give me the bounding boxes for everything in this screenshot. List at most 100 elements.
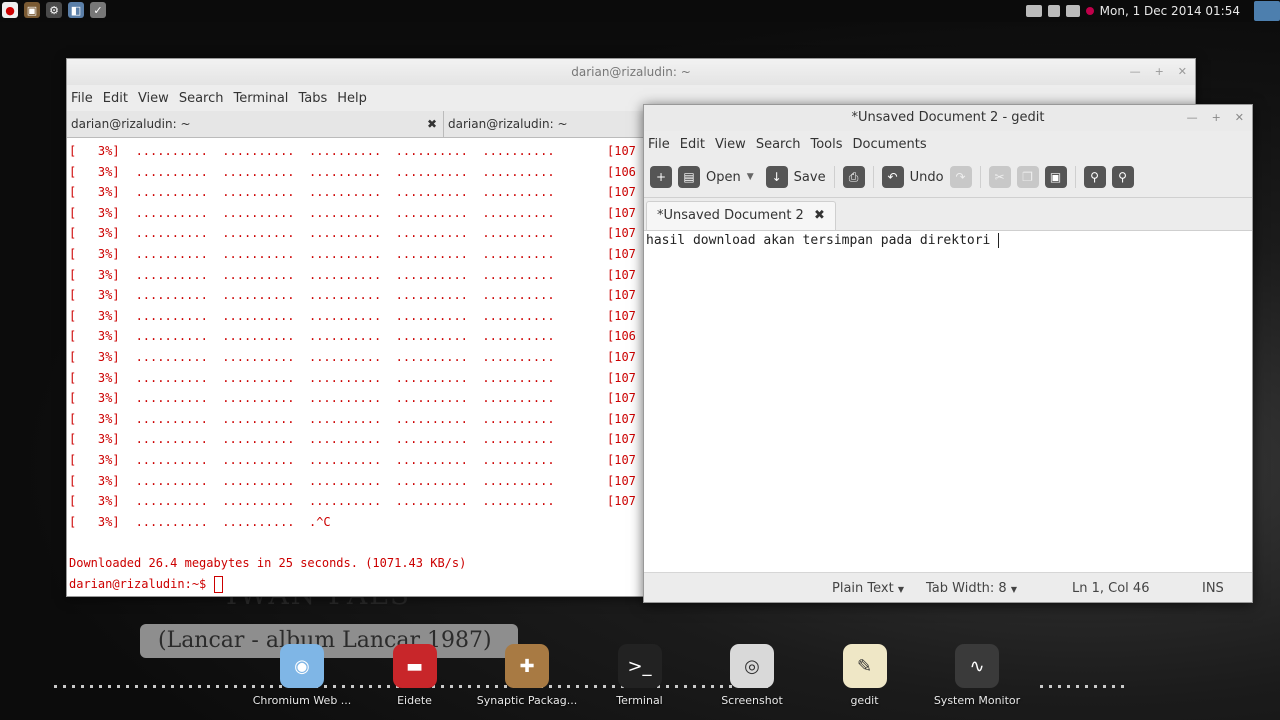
network-icon[interactable]	[1065, 5, 1080, 17]
progress-rate: [107	[607, 453, 636, 467]
progress-dots: .......... .......... .......... .......…	[135, 473, 555, 488]
gedit-title: *Unsaved Document 2 - gedit	[851, 110, 1045, 125]
volume-icon[interactable]	[1047, 5, 1060, 17]
open-button[interactable]: ▤ Open ▼	[678, 166, 754, 188]
menu-view[interactable]: View	[138, 91, 169, 106]
dock-item-screenshot[interactable]: ◎ Screenshot	[697, 640, 807, 707]
progress-dots: .......... .......... .......... .......…	[135, 329, 555, 344]
dock: ◉ Chromium Web ... ▬ Eidete ✚ Synaptic Packag…	[250, 640, 1030, 720]
editor-text: hasil download akan tersimpan pada direk…	[646, 233, 991, 248]
terminal-progress-line: [ 3%] .......... .......... .^C	[69, 512, 331, 532]
progress-dots: .......... .......... .......... .......…	[135, 144, 555, 158]
progress-rate: [107	[607, 144, 636, 158]
close-icon[interactable]: ✕	[1178, 59, 1187, 85]
open-icon: ▤	[678, 166, 700, 188]
gedit-toolbar: + ▤ Open ▼ ↓ Save ⎙ ↶ Undo ↷ ✂ ❐ ▣ ⚲ ⚲	[644, 157, 1252, 198]
dock-item-synaptic[interactable]: ✚ Synaptic Packag...	[472, 640, 582, 707]
progress-dots: .......... .......... .......... .......…	[135, 164, 555, 179]
search-icon[interactable]: ⚲	[1083, 166, 1106, 188]
progress-rate: [106	[607, 329, 636, 344]
menu-documents[interactable]: Documents	[853, 137, 927, 152]
minimize-icon[interactable]: —	[1130, 59, 1141, 85]
checkmark-icon[interactable]: ✓	[90, 2, 106, 18]
terminal-progress-line: [ 3%] .......... .......... .......... ..…	[69, 182, 636, 202]
terminal-output[interactable]: [ 3%] .......... .......... .......... ..…	[67, 139, 647, 596]
shell-prompt[interactable]: darian@rizaludin:~$	[69, 574, 223, 594]
tab-close-icon[interactable]: ✖	[814, 208, 825, 223]
progress-rate: [107	[607, 205, 636, 220]
menu-tabs[interactable]: Tabs	[298, 91, 327, 106]
document-tab-label: *Unsaved Document 2	[657, 208, 804, 223]
language-selector[interactable]: Plain Text ▼	[832, 581, 904, 596]
dock-label: Chromium Web ...	[252, 694, 352, 707]
progress-dots: .......... .......... .......... .......…	[135, 391, 555, 406]
system-monitor-icon: ∿	[955, 644, 999, 688]
save-button[interactable]: ↓ Save	[765, 166, 826, 188]
search-replace-icon[interactable]: ⚲	[1111, 166, 1134, 188]
progress-dots: .......... .......... .......... .......…	[135, 288, 555, 303]
menu-view[interactable]: View	[715, 137, 746, 152]
undo-icon: ↶	[881, 166, 904, 188]
dock-item-chromium[interactable]: ◉ Chromium Web ...	[247, 640, 357, 707]
menu-file[interactable]: File	[648, 137, 670, 152]
progress-dots: .......... .......... .......... .......…	[135, 247, 555, 261]
gedit-menubar: File Edit View Search Tools Documents	[644, 131, 1252, 157]
menu-search[interactable]: Search	[179, 91, 224, 106]
terminal-cursor	[213, 575, 223, 593]
menu-search[interactable]: Search	[756, 137, 801, 152]
cut-icon[interactable]: ✂	[988, 166, 1011, 188]
gedit-statusbar: Plain Text ▼ Tab Width: 8 ▼ Ln 1, Col 46…	[644, 572, 1252, 603]
progress-rate: [107	[607, 473, 636, 488]
progress-rate: [107	[607, 185, 636, 200]
progress-percent: [ 3%]	[69, 411, 120, 426]
dock-label: System Monitor	[933, 694, 1021, 707]
terminal-titlebar[interactable]: darian@rizaludin: ~ — + ✕	[67, 59, 1195, 85]
new-document-icon[interactable]: +	[650, 166, 672, 188]
dock-item-gedit[interactable]: ✎ gedit	[810, 640, 920, 707]
tab-width-selector[interactable]: Tab Width: 8 ▼	[926, 581, 1017, 596]
paste-icon[interactable]: ▣	[1044, 166, 1067, 188]
notification-icon[interactable]	[1085, 7, 1094, 15]
progress-percent: [ 3%]	[69, 267, 120, 282]
maximize-icon[interactable]: +	[1155, 59, 1164, 85]
progress-dots: .......... .......... .......... .......…	[135, 432, 555, 447]
menu-file[interactable]: File	[71, 91, 93, 106]
undo-button[interactable]: ↶ Undo	[881, 166, 944, 188]
tab-close-icon[interactable]: ✖	[427, 111, 437, 137]
files-icon[interactable]: ◧	[68, 2, 84, 18]
menu-icon[interactable]: ●	[2, 2, 18, 18]
progress-percent: [ 3%]	[69, 391, 120, 406]
keyboard-icon[interactable]	[1025, 5, 1042, 17]
terminal-progress-line: [ 3%] .......... .......... .......... ..…	[69, 326, 636, 346]
menu-help[interactable]: Help	[337, 91, 367, 106]
clock[interactable]: Mon, 1 Dec 2014 01:54	[1100, 4, 1240, 18]
minimize-icon[interactable]: —	[1187, 105, 1198, 131]
terminal-tab[interactable]: darian@rizaludin: ~ ✖	[67, 111, 444, 137]
maximize-icon[interactable]: +	[1212, 105, 1221, 131]
dock-item-terminal[interactable]: >_ Terminal	[585, 640, 695, 707]
workspace-icon[interactable]	[1254, 1, 1280, 21]
copy-icon[interactable]: ❐	[1016, 166, 1039, 188]
menu-edit[interactable]: Edit	[103, 91, 128, 106]
menu-terminal[interactable]: Terminal	[233, 91, 288, 106]
chevron-down-icon[interactable]: ▼	[747, 172, 754, 182]
progress-percent: [ 3%]	[69, 226, 120, 241]
gedit-titlebar[interactable]: *Unsaved Document 2 - gedit — + ✕	[644, 105, 1252, 131]
menu-edit[interactable]: Edit	[680, 137, 705, 152]
terminal-tab-label: darian@rizaludin: ~	[448, 117, 568, 131]
print-icon[interactable]: ⎙	[842, 166, 865, 188]
text-editor[interactable]: hasil download akan tersimpan pada direk…	[644, 230, 1252, 572]
close-icon[interactable]: ✕	[1235, 105, 1244, 131]
settings-icon[interactable]: ⚙	[46, 2, 62, 18]
redo-icon[interactable]: ↷	[949, 166, 972, 188]
gedit-window[interactable]: *Unsaved Document 2 - gedit — + ✕ File E…	[643, 104, 1253, 603]
prompt-text: darian@rizaludin:~$	[69, 576, 214, 591]
document-tab[interactable]: *Unsaved Document 2 ✖	[646, 201, 836, 230]
terminal-progress-line: [ 3%] .......... .......... .......... ..…	[69, 409, 636, 429]
progress-rate: [107	[607, 494, 636, 509]
dock-item-eidete[interactable]: ▬ Eidete	[360, 640, 470, 707]
dock-item-system-monitor[interactable]: ∿ System Monitor	[922, 640, 1032, 707]
chevron-down-icon: ▼	[1010, 584, 1017, 594]
launcher-icon[interactable]: ▣	[24, 2, 40, 18]
menu-tools[interactable]: Tools	[810, 137, 842, 152]
